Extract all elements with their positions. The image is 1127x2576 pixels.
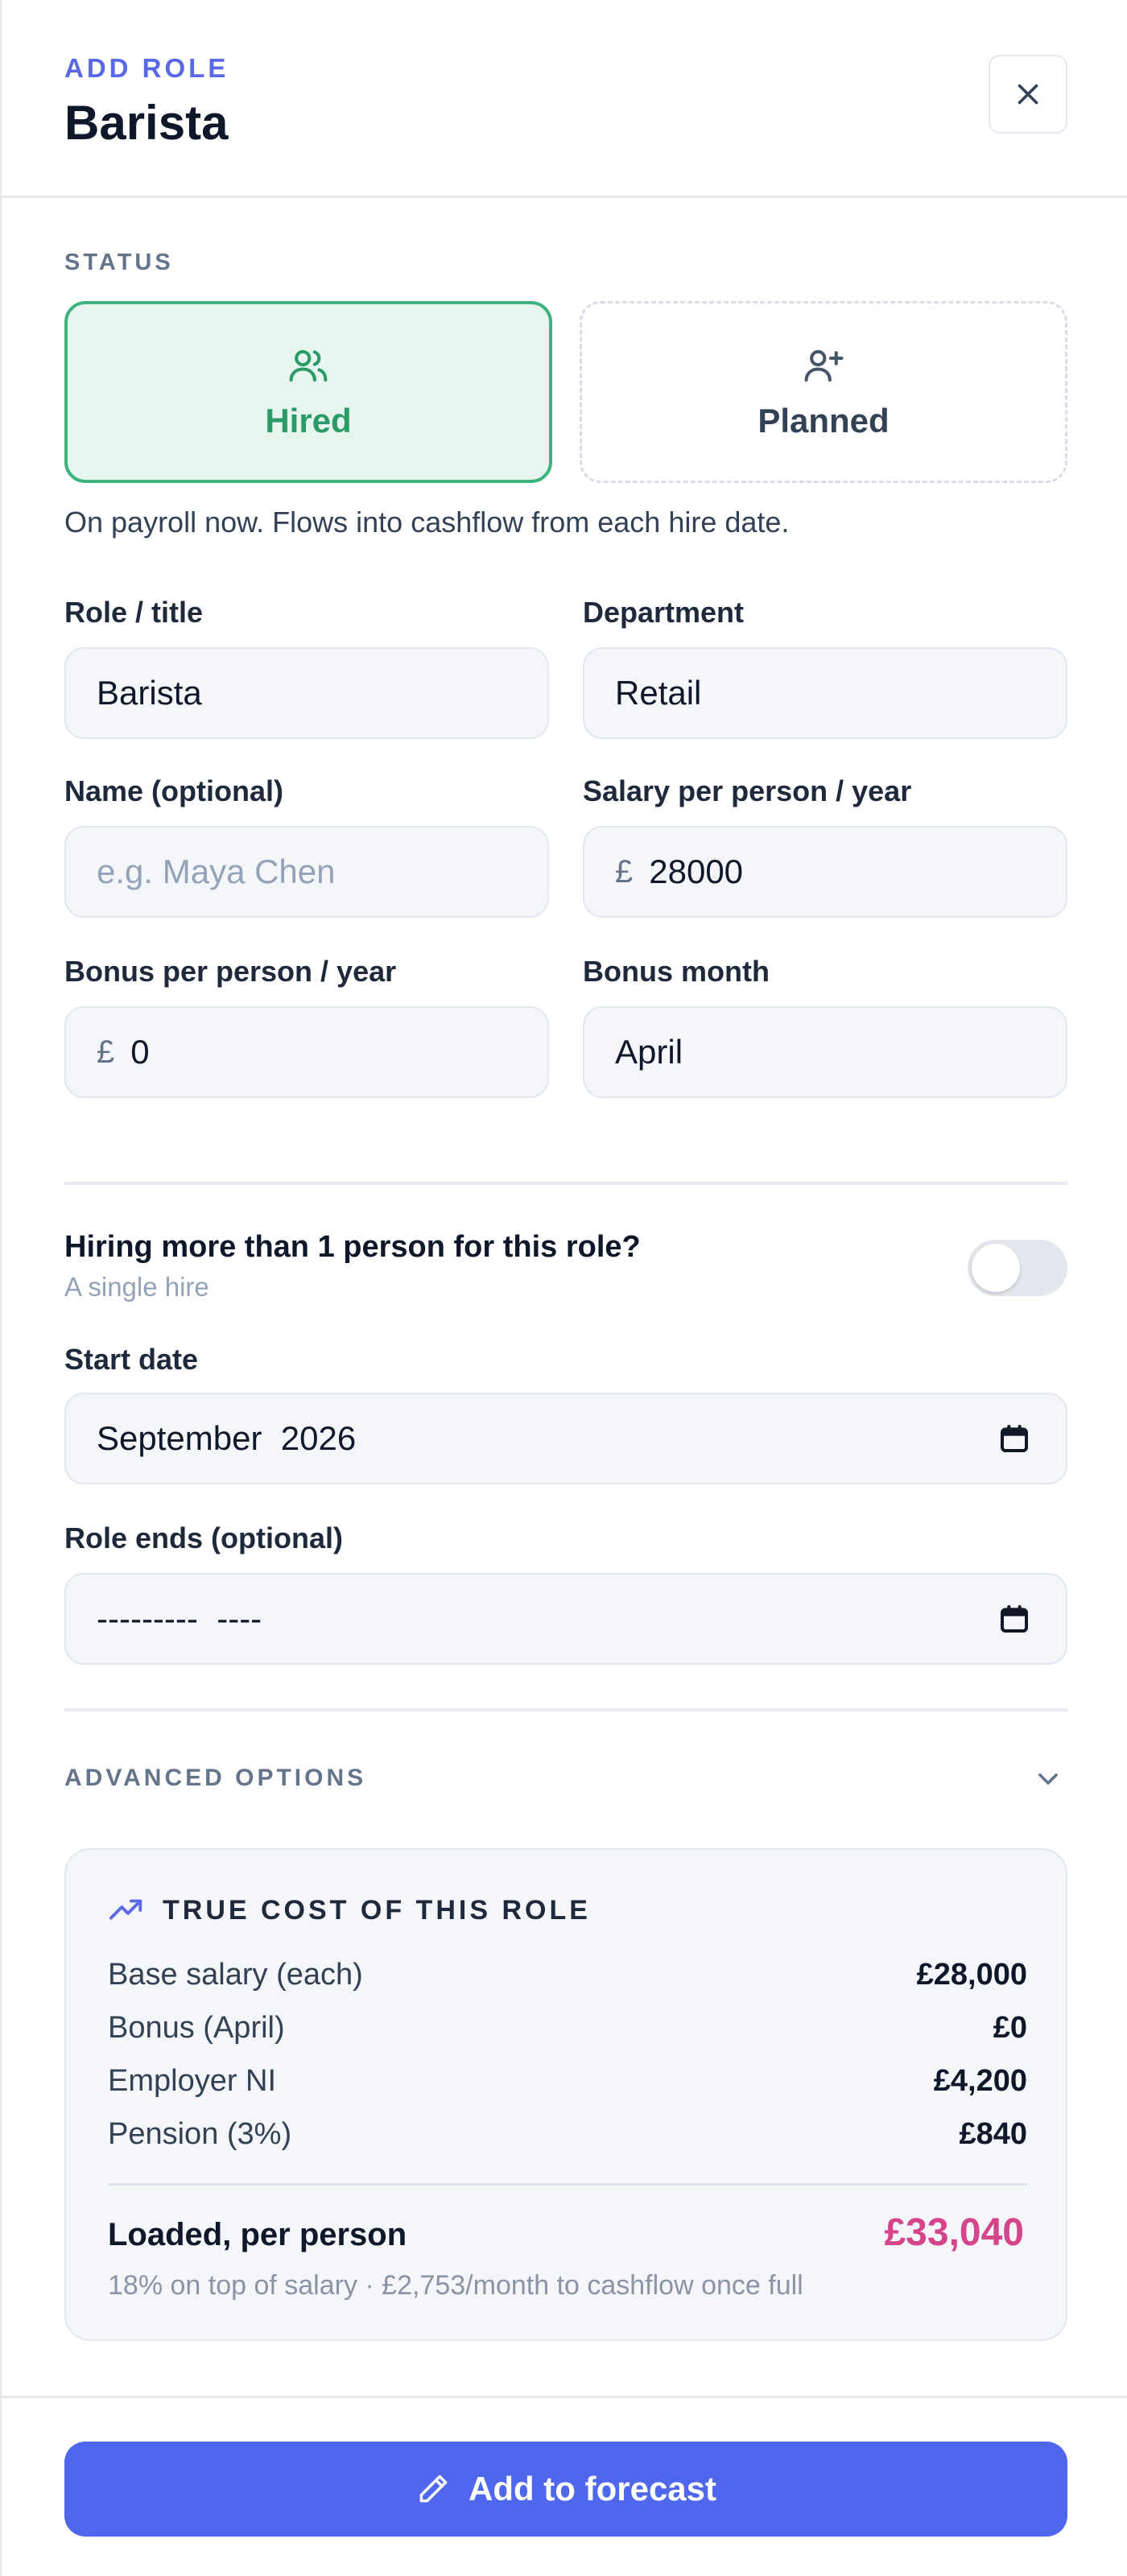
cost-divider [108, 2183, 1027, 2186]
bonus-month-label: Bonus month [583, 955, 770, 988]
cost-row-value: £840 [959, 2117, 1027, 2151]
department-value: Retail [615, 674, 702, 712]
calendar-icon[interactable] [998, 1603, 1030, 1635]
bonus-input[interactable]: £ 0 [64, 1006, 549, 1098]
status-section-label: STATUS [64, 250, 174, 275]
calendar-icon[interactable] [998, 1422, 1030, 1455]
cost-row-label: Pension (3%) [108, 2117, 292, 2151]
status-option-label: Hired [265, 402, 352, 440]
cost-row-label: Base salary (each) [108, 1958, 363, 1992]
cost-row-value: £0 [993, 2011, 1027, 2045]
multi-hire-subtitle: A single hire [64, 1272, 209, 1302]
cost-row-value: £4,200 [933, 2064, 1027, 2098]
department-label: Department [583, 596, 745, 629]
true-cost-title: TRUE COST OF THIS ROLE [163, 1894, 591, 1926]
eyebrow-label: ADD ROLE [64, 53, 229, 83]
role-title-input[interactable]: Barista [64, 647, 549, 739]
users-icon [289, 349, 328, 382]
multi-hire-title: Hiring more than 1 person for this role? [64, 1230, 641, 1264]
page-title: Barista [64, 96, 229, 150]
role-title-value: Barista [97, 674, 202, 712]
chevron-down-icon[interactable] [1032, 1763, 1064, 1795]
status-option-hired[interactable]: Hired [64, 301, 552, 483]
advanced-options-toggle[interactable]: ADVANCED OPTIONS [64, 1765, 366, 1792]
add-to-forecast-button[interactable]: Add to forecast [64, 2442, 1067, 2537]
bonus-label: Bonus per person / year [64, 955, 397, 988]
salary-value: 28000 [649, 852, 744, 890]
salary-input[interactable]: £ 28000 [583, 826, 1067, 918]
cost-row-label: Bonus (April) [108, 2011, 285, 2045]
salary-label: Salary per person / year [583, 774, 912, 807]
true-cost-header: TRUE COST OF THIS ROLE [108, 1892, 591, 1929]
add-to-forecast-label: Add to forecast [468, 2470, 717, 2508]
cost-row: Base salary (each) £28,000 [108, 1958, 1027, 1992]
end-date-label: Role ends (optional) [64, 1521, 343, 1554]
status-option-planned[interactable]: Planned [580, 301, 1067, 483]
loaded-cost-value: £33,040 [884, 2211, 1024, 2254]
status-help-text: On payroll now. Flows into cashflow from… [64, 506, 790, 539]
close-icon [1018, 84, 1038, 105]
bonus-value: 0 [130, 1033, 150, 1071]
loaded-cost-label: Loaded, per person [108, 2217, 407, 2252]
status-option-label: Planned [758, 402, 890, 440]
panel-header: ADD ROLE Barista [2, 0, 1127, 198]
cost-row-label: Employer NI [108, 2064, 277, 2098]
name-label: Name (optional) [64, 774, 284, 807]
loaded-cost-note: 18% on top of salary · £2,753/month to c… [108, 2270, 803, 2301]
name-input[interactable]: e.g. Maya Chen [64, 826, 549, 918]
panel-footer: Add to forecast [2, 2396, 1127, 2576]
add-role-panel: ADD ROLE Barista STATUS Hired Planned On… [0, 0, 1127, 2576]
start-date-input[interactable]: September 2026 [64, 1393, 1067, 1484]
toggle-knob [972, 1244, 1020, 1292]
section-divider [64, 1182, 1067, 1185]
bonus-month-select[interactable]: April [583, 1006, 1067, 1098]
bonus-month-value: April [615, 1033, 683, 1071]
user-plus-icon [804, 349, 844, 382]
name-placeholder: e.g. Maya Chen [97, 852, 336, 890]
multi-hire-toggle[interactable] [968, 1240, 1067, 1296]
role-title-label: Role / title [64, 596, 204, 629]
cost-row: Bonus (April) £0 [108, 2011, 1027, 2046]
pencil-icon [419, 2475, 448, 2503]
trending-up-icon [109, 1899, 142, 1920]
cost-row: Employer NI £4,200 [108, 2064, 1027, 2099]
true-cost-card: TRUE COST OF THIS ROLE Base salary (each… [64, 1848, 1067, 2341]
start-date-label: Start date [64, 1343, 199, 1376]
end-date-input[interactable]: --------- ---- [64, 1573, 1067, 1665]
cost-row-value: £28,000 [916, 1958, 1027, 1992]
department-select[interactable]: Retail [583, 647, 1067, 739]
end-date-value: --------- ---- [97, 1600, 262, 1637]
section-divider [64, 1708, 1067, 1711]
close-button[interactable] [989, 55, 1067, 134]
cost-row: Pension (3%) £840 [108, 2117, 1027, 2152]
currency-prefix: £ [97, 1034, 115, 1070]
start-date-value: September 2026 [97, 1419, 357, 1457]
currency-prefix: £ [615, 853, 634, 890]
